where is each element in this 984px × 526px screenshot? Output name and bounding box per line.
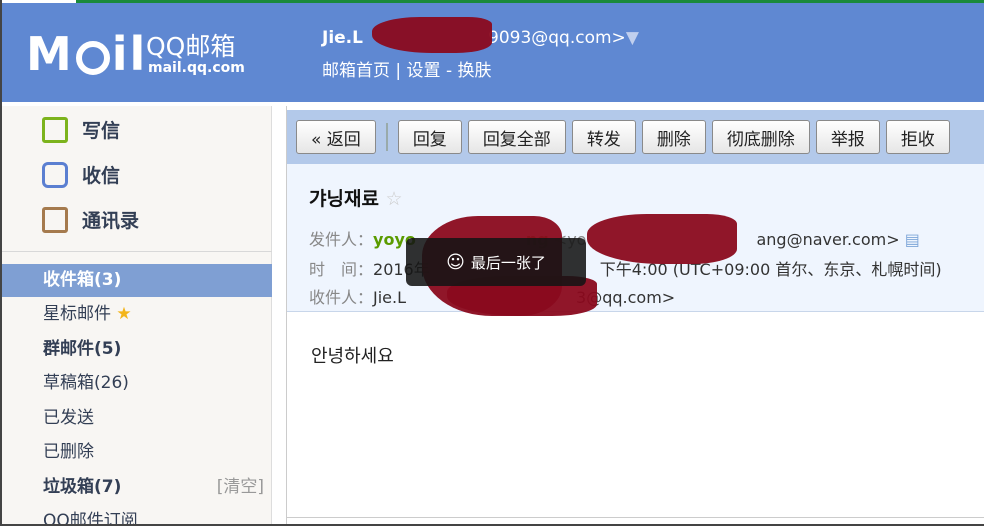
folder-group[interactable]: 群邮件(5) (2, 333, 272, 366)
logo-brand: QQ邮箱 (146, 32, 236, 61)
toolbar: « 返回 回复 回复全部 转发 删除 彻底删除 举报 拒收 (287, 110, 984, 164)
compose-button[interactable]: 写信 (42, 116, 120, 143)
delete-permanently-button[interactable]: 彻底删除 (711, 120, 810, 154)
redaction (587, 214, 737, 264)
contacts-label: 通讯录 (82, 210, 140, 232)
empty-spam-link[interactable]: [清空] (217, 471, 264, 504)
to-label: 收件人： (309, 288, 374, 307)
folder-drafts[interactable]: 草稿箱(26) (2, 367, 272, 400)
recipient: Jie.L (373, 288, 407, 307)
redaction (372, 17, 492, 53)
folder-sent[interactable]: 已发送 (2, 402, 272, 435)
mail-view: « 返回 回复 回复全部 转发 删除 彻底删除 举报 拒收 갸닝재료 ☆ 发件人… (286, 106, 984, 524)
account-email-text: 9093@qq.com> (488, 28, 626, 48)
logo-url: mail.qq.com (148, 60, 245, 76)
receive-label: 收信 (82, 165, 121, 187)
divider (286, 517, 984, 518)
compose-label: 写信 (82, 120, 121, 142)
folder-inbox[interactable]: 收件箱(3) (2, 264, 272, 297)
subject-text: 갸닝재료 (309, 188, 379, 210)
compose-icon (42, 116, 68, 143)
divider (385, 123, 388, 151)
time-label: 时 间： (309, 260, 374, 279)
toast-text: 最后一张了 (470, 253, 546, 272)
mail-logo[interactable]: Mil (26, 27, 147, 81)
reject-button[interactable]: 拒收 (885, 120, 950, 154)
folder-starred[interactable]: 星标邮件 ★ (2, 298, 272, 331)
forward-button[interactable]: 转发 (571, 120, 636, 154)
divider: | (395, 61, 402, 81)
folder-deleted[interactable]: 已删除 (2, 436, 272, 469)
star-icon[interactable]: ☆ (386, 188, 403, 210)
mail-subject: 갸닝재료 ☆ (309, 184, 403, 211)
header-links: 邮箱首页 | 设置 - 换肤 (322, 56, 492, 81)
from-label: 发件人： (309, 230, 374, 249)
mail-body: 안녕하세요 (311, 346, 394, 367)
delete-button[interactable]: 删除 (641, 120, 706, 154)
link-home[interactable]: 邮箱首页 (322, 61, 390, 81)
sidebar: 写信 收信 通讯录 收件箱(3) 星标邮件 ★ 群邮件(5) 草稿箱(26) 已… (2, 106, 272, 524)
dropdown-icon[interactable]: ▼ (626, 28, 639, 48)
inbox-tray-icon (42, 161, 68, 188)
folder-label: 星标邮件 (43, 304, 111, 324)
link-skin[interactable]: 换肤 (458, 61, 492, 81)
mail-app: Mil QQ邮箱 mail.qq.com Jie.L 9093@qq.com>▼… (2, 0, 984, 524)
sender-email-end: ang@naver.com> (756, 230, 900, 249)
add-contact-icon[interactable]: ▤ (905, 230, 920, 249)
divider (2, 251, 272, 252)
receive-button[interactable]: 收信 (42, 161, 120, 188)
smiley-icon: ☺ (446, 251, 465, 273)
contacts-button[interactable]: 通讯录 (42, 206, 139, 233)
star-icon: ★ (116, 304, 132, 324)
toast: ☺ 最后一张了 (406, 238, 586, 286)
header: Mil QQ邮箱 mail.qq.com Jie.L 9093@qq.com>▼… (2, 3, 984, 102)
folder-label: 垃圾箱(7) (43, 477, 122, 497)
report-button[interactable]: 举报 (815, 120, 880, 154)
reply-all-button[interactable]: 回复全部 (467, 120, 566, 154)
account-email[interactable]: 9093@qq.com>▼ (488, 28, 639, 48)
contacts-icon (42, 206, 68, 233)
folder-spam[interactable]: 垃圾箱(7) [清空] (2, 471, 272, 504)
divider: - (445, 61, 453, 81)
folder-subscriptions[interactable]: QQ邮件订阅 (2, 505, 272, 524)
reply-button[interactable]: 回复 (397, 120, 462, 154)
back-button[interactable]: « 返回 (296, 120, 376, 154)
link-settings[interactable]: 设置 (407, 61, 441, 81)
account-name: Jie.L (322, 28, 363, 48)
